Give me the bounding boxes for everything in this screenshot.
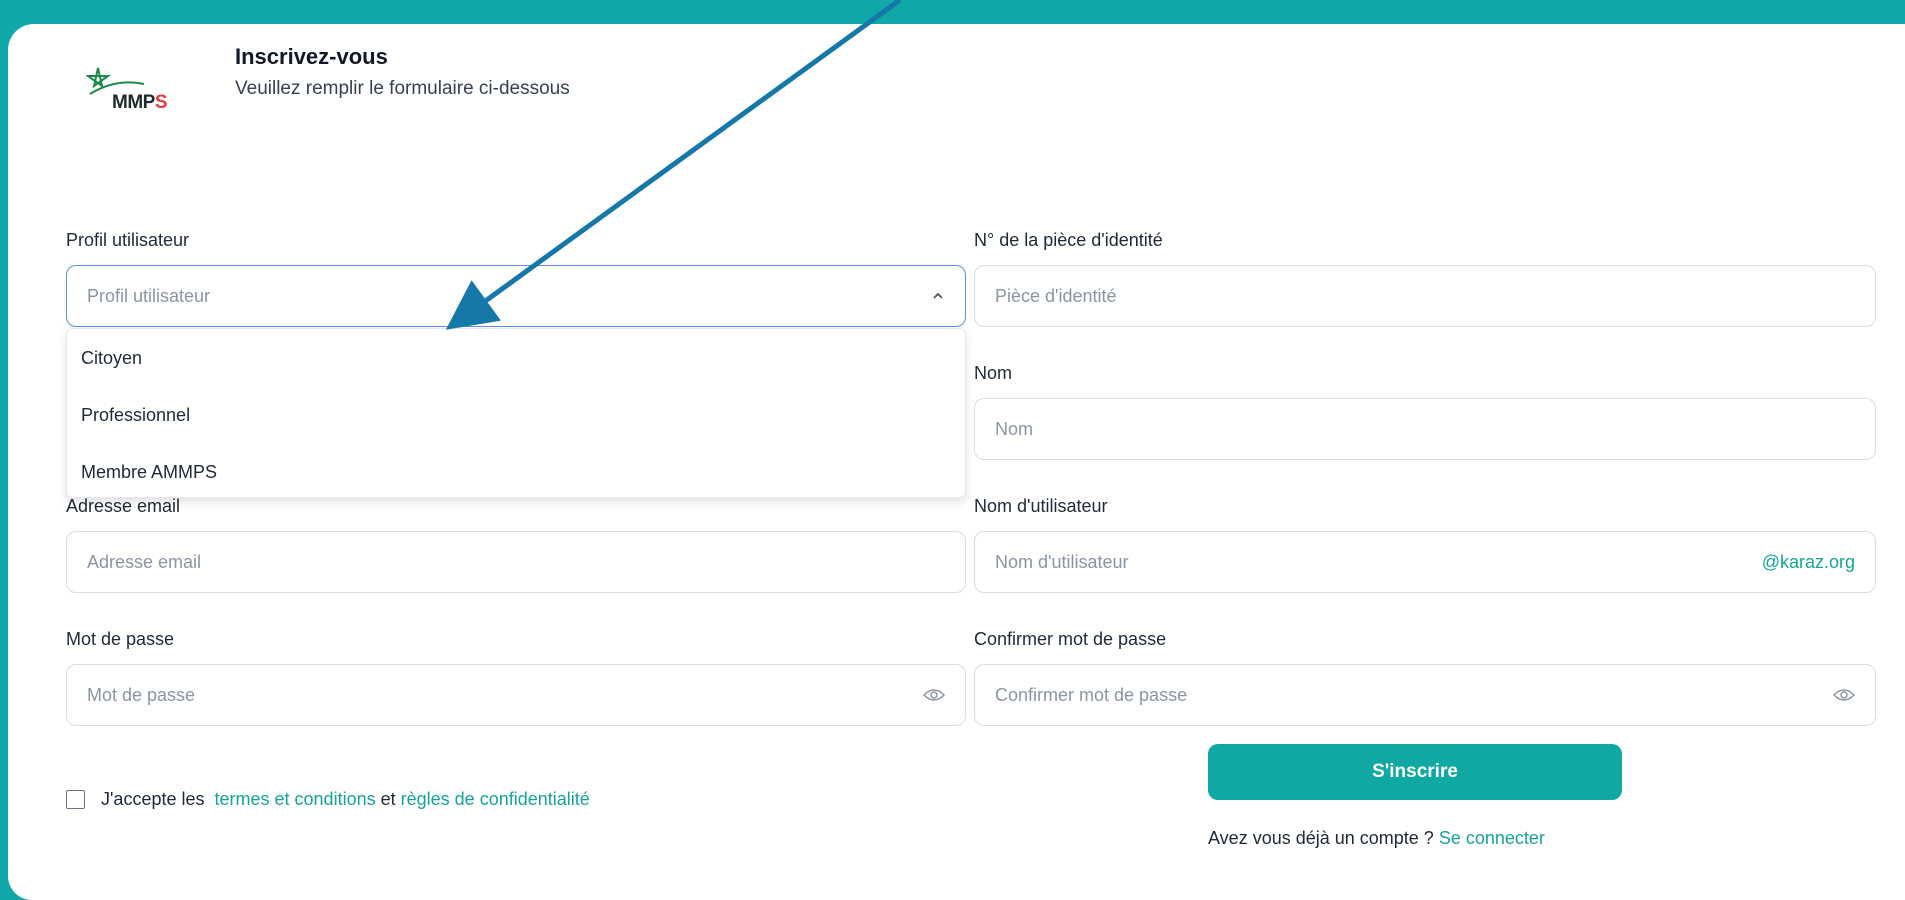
logo-text: MMPS (112, 92, 168, 113)
terms-middle: et (380, 789, 396, 809)
password-label: Mot de passe (66, 629, 175, 649)
confirm-password-input[interactable]: Confirmer mot de passe (974, 664, 1876, 726)
email-label: Adresse email (66, 496, 181, 516)
password-placeholder: Mot de passe (87, 684, 196, 705)
dropdown-option-citoyen[interactable]: Citoyen (81, 348, 142, 369)
page-title: Inscrivez-vous (235, 44, 388, 69)
eye-icon[interactable] (922, 688, 946, 702)
dropdown-option-membre-ammps[interactable]: Membre AMMPS (81, 462, 217, 483)
confirm-label: Confirmer mot de passe (974, 629, 1167, 649)
password-input[interactable]: Mot de passe (66, 664, 966, 726)
chevron-up-icon[interactable] (931, 288, 945, 304)
email-input[interactable]: Adresse email (66, 531, 966, 593)
confirm-placeholder: Confirmer mot de passe (995, 684, 1188, 705)
piece-label: N° de la pièce d'identité (974, 230, 1163, 250)
profil-select[interactable]: Profil utilisateur (66, 265, 966, 327)
eye-icon[interactable] (1832, 688, 1856, 702)
terms-link[interactable]: termes et conditions (215, 789, 376, 810)
nom-input[interactable]: Nom (974, 398, 1876, 460)
piece-input[interactable]: Pièce d'identité (974, 265, 1876, 327)
username-domain-suffix: @karaz.org (1761, 551, 1855, 572)
piece-placeholder: Pièce d'identité (995, 285, 1117, 306)
terms-prefix: J'accepte les (101, 789, 205, 809)
signup-button[interactable]: S'inscrire (1208, 744, 1622, 800)
terms-checkbox[interactable] (66, 790, 85, 809)
login-link[interactable]: Se connecter (1439, 828, 1545, 848)
profil-label: Profil utilisateur (66, 230, 190, 250)
username-label: Nom d'utilisateur (974, 496, 1108, 516)
profil-placeholder: Profil utilisateur (87, 285, 211, 306)
profil-dropdown-menu: Citoyen Professionnel Membre AMMPS (66, 328, 966, 498)
dropdown-option-professionnel[interactable]: Professionnel (81, 405, 190, 426)
ammps-logo: MMPS (86, 52, 186, 122)
page-subtitle: Veuillez remplir le formulaire ci-dessou… (235, 78, 570, 99)
username-input[interactable]: Nom d'utilisateur @karaz.org (974, 531, 1876, 593)
username-placeholder: Nom d'utilisateur (995, 551, 1129, 572)
privacy-link[interactable]: règles de confidentialité (401, 789, 590, 810)
login-prompt: Avez vous déjà un compte ? (1208, 828, 1434, 848)
header-titles: Inscrivez-vous Veuillez remplir le formu… (235, 44, 570, 100)
login-line: Avez vous déjà un compte ? Se connecter (1208, 828, 1545, 849)
terms-row: J'accepte les termes et conditions et rè… (66, 789, 590, 810)
nom-placeholder: Nom (995, 418, 1034, 439)
nom-label: Nom (974, 363, 1013, 383)
email-placeholder: Adresse email (87, 551, 202, 572)
